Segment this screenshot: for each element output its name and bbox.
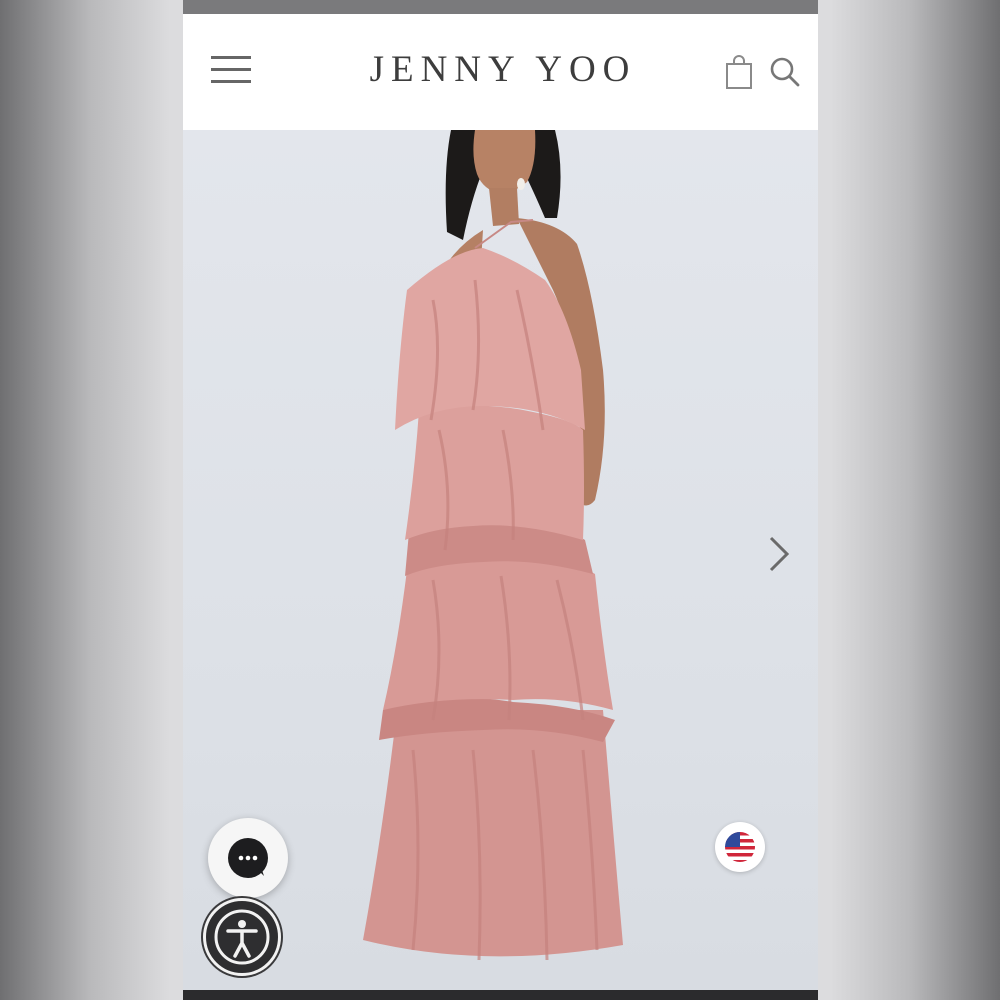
accessibility-button[interactable]: [203, 898, 281, 976]
accessibility-icon: [214, 909, 270, 965]
menu-icon: [211, 56, 251, 59]
shopping-bag-icon[interactable]: [725, 54, 753, 90]
chevron-right-icon[interactable]: [763, 532, 793, 576]
menu-button[interactable]: [211, 54, 251, 86]
chat-button[interactable]: [208, 818, 288, 898]
country-selector-button[interactable]: [715, 822, 765, 872]
menu-icon-line: [211, 80, 251, 83]
search-icon[interactable]: [769, 56, 801, 88]
bottom-bar: [183, 990, 818, 1000]
status-bar: [183, 0, 818, 14]
mobile-viewport: JENNY YOO: [183, 0, 818, 1000]
chat-bubble-icon: [228, 838, 268, 878]
us-flag-icon: [725, 832, 755, 862]
brand-logo[interactable]: JENNY YOO: [343, 48, 663, 91]
product-image[interactable]: [183, 130, 818, 990]
menu-icon-line: [211, 68, 251, 71]
site-header: JENNY YOO: [183, 14, 818, 130]
